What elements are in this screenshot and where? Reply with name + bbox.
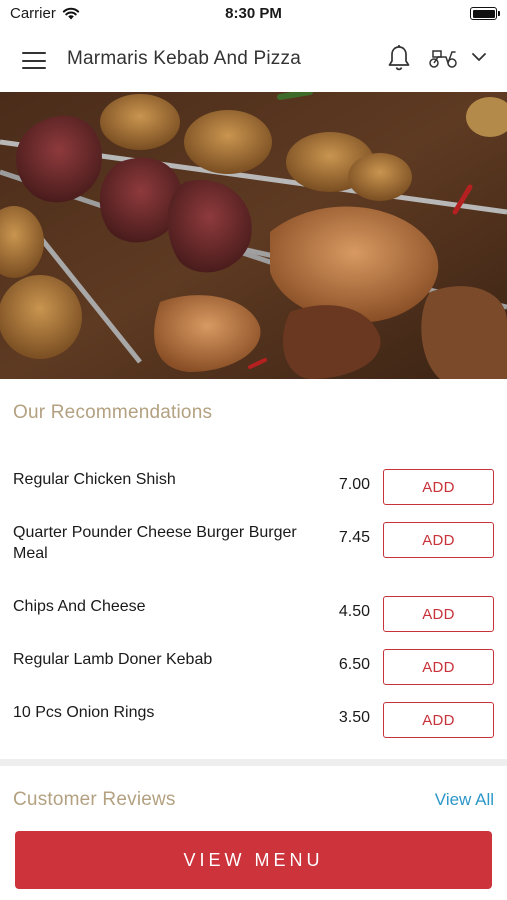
item-price: 4.50 xyxy=(338,603,370,620)
add-button[interactable]: ADD xyxy=(383,522,494,558)
item-name: 10 Pcs Onion Rings xyxy=(13,704,155,721)
page-title: Marmaris Kebab And Pizza xyxy=(67,48,301,69)
menu-icon[interactable] xyxy=(22,52,46,69)
add-button[interactable]: ADD xyxy=(383,596,494,632)
reviews-title: Customer Reviews xyxy=(13,789,176,810)
hero-image xyxy=(0,92,507,379)
view-menu-button[interactable]: VIEW MENU xyxy=(15,831,492,889)
view-all-link[interactable]: View All xyxy=(435,790,494,810)
add-button[interactable]: ADD xyxy=(383,469,494,505)
item-name: Quarter Pounder Cheese Burger Burger Mea… xyxy=(13,524,297,562)
status-bar: Carrier 8:30 PM xyxy=(0,0,507,28)
app-header: Marmaris Kebab And Pizza xyxy=(0,28,507,92)
battery-icon xyxy=(470,7,500,20)
add-button[interactable]: ADD xyxy=(383,649,494,685)
recommendations-title: Our Recommendations xyxy=(13,402,213,423)
item-price: 7.45 xyxy=(338,529,370,546)
bell-icon[interactable] xyxy=(386,44,412,72)
scooter-icon[interactable] xyxy=(428,46,458,70)
item-name: Regular Chicken Shish xyxy=(13,471,176,488)
item-price: 6.50 xyxy=(338,656,370,673)
item-name: Chips And Cheese xyxy=(13,598,146,615)
add-button[interactable]: ADD xyxy=(383,702,494,738)
item-name: Regular Lamb Doner Kebab xyxy=(13,651,213,668)
status-time: 8:30 PM xyxy=(225,5,282,22)
section-divider xyxy=(0,759,507,766)
item-price: 3.50 xyxy=(338,709,370,726)
chevron-down-icon[interactable] xyxy=(470,50,488,64)
item-price: 7.00 xyxy=(338,476,370,493)
